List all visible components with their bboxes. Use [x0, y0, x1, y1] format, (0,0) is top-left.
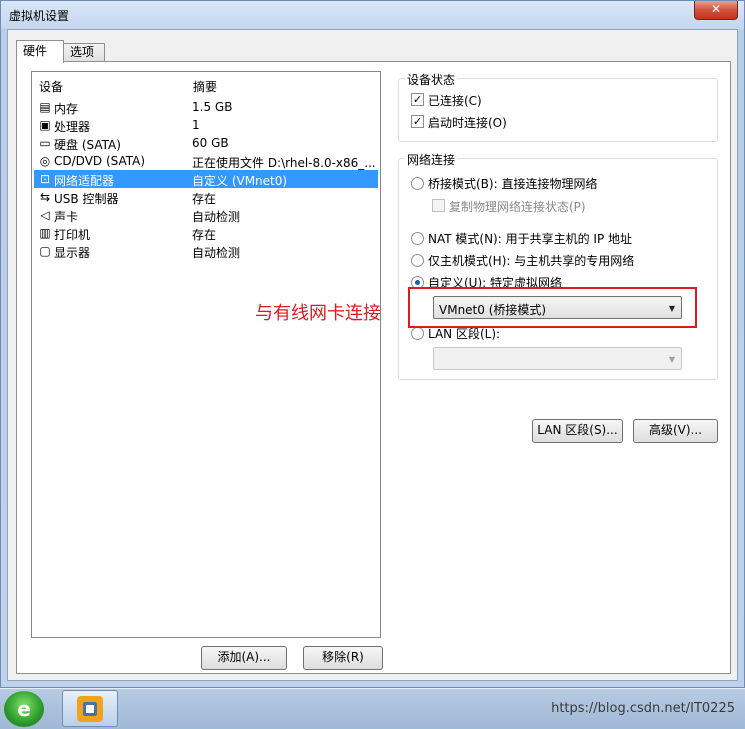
annotation-label: 与有线网卡连接 [255, 303, 381, 324]
title-bar[interactable]: 虚拟机设置 ✕ [1, 1, 744, 29]
hardware-panel: 设备 摘要 ▤ 内存 1.5 GB ▣ 处理器 1 ▭ 硬盘 (SATA) 60… [16, 61, 731, 674]
network-connection-title: 网络连接 [405, 151, 458, 168]
device-name: USB 控制器 [54, 192, 119, 206]
lan-segment-radio[interactable] [411, 327, 424, 340]
connect-at-power-on-checkbox[interactable]: ✓ [411, 115, 424, 128]
harddisk-icon: ▭ [39, 136, 51, 150]
device-name: CD/DVD (SATA) [54, 154, 146, 168]
bridged-radio[interactable] [411, 177, 424, 190]
device-summary: 60 GB [192, 136, 229, 150]
annotation-highlight-box [408, 287, 697, 328]
device-row-cd-dvd[interactable]: ◎ CD/DVD (SATA) 正在使用文件 D:\rhel-8.0-x86_.… [34, 152, 378, 170]
device-row-usb[interactable]: ⇆ USB 控制器 存在 [34, 188, 378, 206]
device-summary: 存在 [192, 228, 217, 242]
replicate-state-label[interactable]: 复制物理网络连接状态(P) [449, 198, 586, 215]
window-title: 虚拟机设置 [9, 9, 70, 23]
device-name: 声卡 [54, 210, 79, 224]
device-name: 硬盘 (SATA) [54, 138, 121, 152]
device-row-cpu[interactable]: ▣ 处理器 1 [34, 116, 378, 134]
chevron-down-icon: ▼ [668, 355, 675, 364]
column-header-summary[interactable]: 摘要 [193, 78, 217, 94]
tab-hardware[interactable]: 硬件 [16, 40, 64, 63]
vm-settings-window: 虚拟机设置 ✕ 硬件 选项 设备 摘要 ▤ 内存 1.5 GB ▣ 处理器 1 [0, 0, 745, 688]
remove-device-button[interactable]: 移除(R) [303, 646, 383, 670]
cd-icon: ◎ [39, 154, 51, 168]
column-header-device[interactable]: 设备 [39, 78, 63, 94]
cpu-icon: ▣ [39, 118, 51, 132]
tab-label: 选项 [70, 45, 95, 59]
host-only-radio[interactable] [411, 254, 424, 267]
vmware-icon [77, 696, 103, 722]
device-row-network-adapter[interactable]: ⊡ 网络适配器 自定义 (VMnet0) [34, 170, 378, 188]
start-orb-icon[interactable]: e [4, 691, 44, 727]
bridged-label[interactable]: 桥接模式(B): 直接连接物理网络 [428, 175, 597, 192]
close-icon: ✕ [710, 2, 722, 16]
device-name: 网络适配器 [54, 174, 115, 188]
tab-label: 硬件 [23, 44, 48, 58]
device-summary: 存在 [192, 192, 217, 206]
device-list[interactable]: 设备 摘要 ▤ 内存 1.5 GB ▣ 处理器 1 ▭ 硬盘 (SATA) 60… [31, 71, 381, 638]
device-name: 处理器 [54, 120, 91, 134]
device-summary: 正在使用文件 D:\rhel-8.0-x86_... [192, 156, 376, 170]
device-status-title: 设备状态 [405, 71, 458, 88]
add-device-button[interactable]: 添加(A)... [201, 646, 287, 670]
close-button[interactable]: ✕ [694, 1, 738, 20]
network-adapter-icon: ⊡ [39, 172, 51, 186]
dialog-client: 硬件 选项 设备 摘要 ▤ 内存 1.5 GB ▣ 处理器 1 ▭ 硬盘 (SA… [7, 29, 738, 681]
taskbar-item-vmware[interactable] [62, 690, 118, 727]
device-summary: 自动检测 [192, 246, 241, 260]
connected-checkbox[interactable]: ✓ [411, 93, 424, 106]
device-summary: 自定义 (VMnet0) [192, 174, 288, 188]
monitor-icon: ▢ [39, 244, 51, 258]
device-summary: 1 [192, 118, 200, 132]
connect-at-power-on-label[interactable]: 启动时连接(O) [428, 114, 507, 131]
printer-icon: ▥ [39, 226, 51, 240]
nat-label[interactable]: NAT 模式(N): 用于共享主机的 IP 地址 [428, 230, 632, 247]
lan-segments-button[interactable]: LAN 区段(S)... [532, 419, 623, 443]
connected-label[interactable]: 已连接(C) [428, 92, 482, 109]
replicate-state-checkbox[interactable] [432, 199, 445, 212]
device-name: 内存 [54, 102, 79, 116]
device-row-harddisk[interactable]: ▭ 硬盘 (SATA) 60 GB [34, 134, 378, 152]
usb-icon: ⇆ [39, 190, 51, 204]
device-row-memory[interactable]: ▤ 内存 1.5 GB [34, 98, 378, 116]
lan-segment-select[interactable]: ▼ [433, 347, 682, 370]
device-name: 显示器 [54, 246, 91, 260]
device-row-sound[interactable]: ◁ 声卡 自动检测 [34, 206, 378, 224]
advanced-button[interactable]: 高级(V)... [633, 419, 718, 443]
device-summary: 自动检测 [192, 210, 241, 224]
device-row-display[interactable]: ▢ 显示器 自动检测 [34, 242, 378, 260]
device-summary: 1.5 GB [192, 100, 233, 114]
memory-icon: ▤ [39, 100, 51, 114]
speaker-icon: ◁ [40, 208, 50, 222]
host-only-label[interactable]: 仅主机模式(H): 与主机共享的专用网络 [428, 252, 634, 269]
tab-options[interactable]: 选项 [63, 43, 105, 61]
taskbar: e https://blog.csdn.net/IT0225 [0, 688, 745, 729]
watermark: https://blog.csdn.net/IT0225 [551, 701, 735, 716]
nat-radio[interactable] [411, 232, 424, 245]
device-status-group: 设备状态 ✓ 已连接(C) ✓ 启动时连接(O) [398, 71, 718, 142]
device-name: 打印机 [54, 228, 91, 242]
network-connection-group: 网络连接 桥接模式(B): 直接连接物理网络 复制物理网络连接状态(P) NAT… [398, 151, 718, 380]
device-row-printer[interactable]: ▥ 打印机 存在 [34, 224, 378, 242]
